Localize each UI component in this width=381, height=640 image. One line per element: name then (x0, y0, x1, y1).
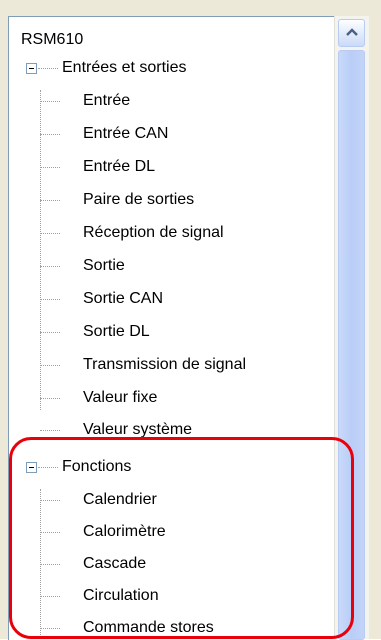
tree-item-label: Calendrier (83, 491, 157, 508)
tree-group-entrees-et-sorties[interactable]: Entrées et sorties (9, 55, 329, 81)
tree-item-label: Sortie CAN (83, 290, 164, 307)
tree-group-fonctions[interactable]: Fonctions (9, 454, 329, 480)
scroll-up-button[interactable] (338, 19, 365, 47)
tree-item-label: Sortie (83, 257, 125, 274)
tree-root-item[interactable]: RSM610 (21, 27, 83, 53)
tree-item-label: Valeur fixe (83, 389, 158, 406)
tree-item-label: Paire de sorties (83, 191, 195, 208)
tree-item-label: Entrée DL (83, 158, 156, 175)
tree-item-label: Cascade (83, 555, 147, 572)
tree-item-label: Circulation (83, 587, 159, 604)
tree-item-label: Entrée CAN (83, 125, 169, 142)
tree-view[interactable]: RSM610 Entrées et sorties Entrée Entrée … (8, 16, 335, 640)
tree-connector (38, 68, 58, 69)
tree-root-label: RSM610 (21, 31, 84, 48)
scroll-thumb[interactable] (338, 50, 365, 640)
tree-item-label: Commande stores (83, 619, 214, 636)
tree-item-label: Valeur système (83, 421, 193, 438)
tree-group-label: Fonctions (62, 458, 132, 475)
tree-connector (40, 90, 41, 410)
tree-item-label: Réception de signal (83, 224, 224, 241)
tree-item-label: Entrée (83, 92, 131, 109)
tree-group-label: Entrées et sorties (62, 59, 187, 76)
tree-item-label: Transmission de signal (83, 356, 247, 373)
tree-view-window: RSM610 Entrées et sorties Entrée Entrée … (0, 0, 381, 640)
minus-expander-icon[interactable] (26, 462, 37, 473)
tree-connector (38, 467, 58, 468)
vertical-scrollbar[interactable] (334, 16, 369, 640)
minus-expander-icon[interactable] (26, 63, 37, 74)
scroll-up-arrow-icon (346, 28, 358, 36)
tree-item-label: Calorimètre (83, 523, 166, 540)
tree-item-label: Sortie DL (83, 323, 150, 340)
